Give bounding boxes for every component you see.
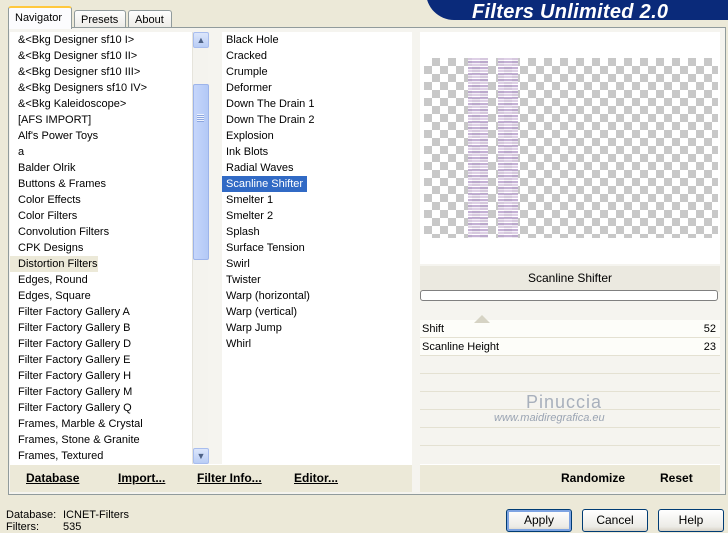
filter-item[interactable]: Warp Jump <box>222 320 412 336</box>
filter-item[interactable]: Ink Blots <box>222 144 412 160</box>
filter-item[interactable]: Black Hole <box>222 32 412 48</box>
category-item[interactable]: Filter Factory Gallery E <box>10 352 192 368</box>
category-list[interactable]: &<Bkg Designer sf10 I> &<Bkg Designer sf1… <box>10 32 192 464</box>
category-scrollbar[interactable]: ▲ ▼ <box>192 32 209 464</box>
category-item[interactable]: [AFS IMPORT] <box>10 112 192 128</box>
status-database: Database: ICNET-Filters <box>6 509 129 521</box>
param-row-empty <box>420 428 720 446</box>
filter-item[interactable]: Swirl <box>222 256 412 272</box>
category-item[interactable]: Filter Factory Gallery A <box>10 304 192 320</box>
status-filters: Filters: 535 <box>6 521 81 533</box>
status-filters-label: Filters: <box>6 521 39 533</box>
scanline-stripe <box>498 58 518 238</box>
filter-item[interactable]: Splash <box>222 224 412 240</box>
category-item[interactable]: a <box>10 144 192 160</box>
randomize-button[interactable]: Randomize <box>561 471 625 485</box>
param-value: 52 <box>703 323 716 335</box>
param-value: 23 <box>703 341 716 353</box>
scroll-up-arrow-icon[interactable]: ▲ <box>193 32 209 48</box>
filter-item[interactable]: Radial Waves <box>222 160 412 176</box>
filter-item[interactable]: Scanline Shifter <box>222 176 412 192</box>
category-item[interactable]: CPK Designs <box>10 240 192 256</box>
status-database-label: Database: <box>6 509 57 521</box>
tab-navigator[interactable]: Navigator <box>8 6 72 29</box>
category-item[interactable]: Balder Olrik <box>10 160 192 176</box>
category-item[interactable]: &<Bkg Designer sf10 III> <box>10 64 192 80</box>
category-item[interactable]: Filter Factory Gallery H <box>10 368 192 384</box>
category-item[interactable]: Filter Factory Gallery Q <box>10 400 192 416</box>
filter-item[interactable]: Warp (horizontal) <box>222 288 412 304</box>
editor-button[interactable]: Editor... <box>294 471 338 485</box>
category-item[interactable]: Alf's Power Toys <box>10 128 192 144</box>
filter-item[interactable]: Cracked <box>222 48 412 64</box>
param-row-empty <box>420 356 720 374</box>
slider-pointer-icon <box>474 315 490 323</box>
category-item[interactable]: Edges, Square <box>10 288 192 304</box>
filter-item[interactable]: Warp (vertical) <box>222 304 412 320</box>
help-button[interactable]: Help <box>658 509 724 532</box>
param-row-shift[interactable]: Shift 52 <box>420 320 720 338</box>
filter-item[interactable]: Whirl <box>222 336 412 352</box>
filter-item[interactable]: Explosion <box>222 128 412 144</box>
param-name: Scanline Height <box>422 341 500 353</box>
watermark-url: www.maidiregrafica.eu <box>494 412 605 424</box>
cancel-button[interactable]: Cancel <box>582 509 648 532</box>
category-item[interactable]: Frames, Marble & Crystal <box>10 416 192 432</box>
status-database-value: ICNET-Filters <box>63 509 129 521</box>
filter-item[interactable]: Down The Drain 1 <box>222 96 412 112</box>
scroll-thumb[interactable] <box>193 84 209 260</box>
category-item[interactable]: Filter Factory Gallery M <box>10 384 192 400</box>
category-item[interactable]: Buttons & Frames <box>10 176 192 192</box>
category-item[interactable]: Convolution Filters <box>10 224 192 240</box>
filter-item[interactable]: Surface Tension <box>222 240 412 256</box>
progress-bar <box>420 290 718 301</box>
param-name: Shift <box>422 323 445 335</box>
scanline-stripe <box>468 58 488 238</box>
apply-button[interactable]: Apply <box>506 509 572 532</box>
category-item[interactable]: &<Bkg Designers sf10 IV> <box>10 80 192 96</box>
filter-item[interactable]: Crumple <box>222 64 412 80</box>
filter-item[interactable]: Deformer <box>222 80 412 96</box>
navigator-button-bar: Database Import... Filter Info... Editor… <box>10 464 412 492</box>
category-item[interactable]: Frames, Stone & Granite <box>10 432 192 448</box>
filter-item-selected[interactable]: Scanline Shifter <box>222 176 308 192</box>
filter-button-bar: Randomize Reset <box>420 464 720 492</box>
filter-item[interactable]: Smelter 2 <box>222 208 412 224</box>
category-item[interactable]: Frames, Textured <box>10 448 192 464</box>
parameter-panel: Shift 52 Scanline Height 23 <box>420 315 720 462</box>
tab-about[interactable]: About <box>128 10 172 28</box>
category-item[interactable]: Filter Factory Gallery D <box>10 336 192 352</box>
category-item[interactable]: &<Bkg Kaleidoscope> <box>10 96 192 112</box>
database-button[interactable]: Database <box>26 471 79 485</box>
param-row-empty <box>420 374 720 392</box>
import-button[interactable]: Import... <box>118 471 165 485</box>
preview-image[interactable] <box>424 58 718 238</box>
filter-title: Scanline Shifter <box>420 266 720 292</box>
category-item[interactable]: Color Filters <box>10 208 192 224</box>
filters-unlimited-logo: Filters Unlimited 2.0 <box>426 0 728 23</box>
filter-item[interactable]: Smelter 1 <box>222 192 412 208</box>
reset-button[interactable]: Reset <box>660 471 693 485</box>
filter-item[interactable]: Twister <box>222 272 412 288</box>
filter-info-button[interactable]: Filter Info... <box>197 471 262 485</box>
category-item[interactable]: Color Effects <box>10 192 192 208</box>
category-item[interactable]: Distortion Filters <box>10 256 98 272</box>
scroll-down-arrow-icon[interactable]: ▼ <box>193 448 209 464</box>
category-item[interactable]: Edges, Round <box>10 272 192 288</box>
scroll-grip-icon <box>197 114 204 122</box>
category-item[interactable]: Filter Factory Gallery B <box>10 320 192 336</box>
category-item[interactable]: &<Bkg Designer sf10 I> <box>10 32 192 48</box>
watermark-name: Pinuccia <box>526 392 603 412</box>
status-filters-value: 535 <box>63 521 82 533</box>
filter-item[interactable]: Down The Drain 2 <box>222 112 412 128</box>
category-item[interactable]: &<Bkg Designer sf10 II> <box>10 48 192 64</box>
param-row-scanline-height[interactable]: Scanline Height 23 <box>420 338 720 356</box>
tab-presets[interactable]: Presets <box>74 10 126 28</box>
filter-list[interactable]: Black Hole Cracked Crumple Deformer Down The… <box>222 32 412 464</box>
